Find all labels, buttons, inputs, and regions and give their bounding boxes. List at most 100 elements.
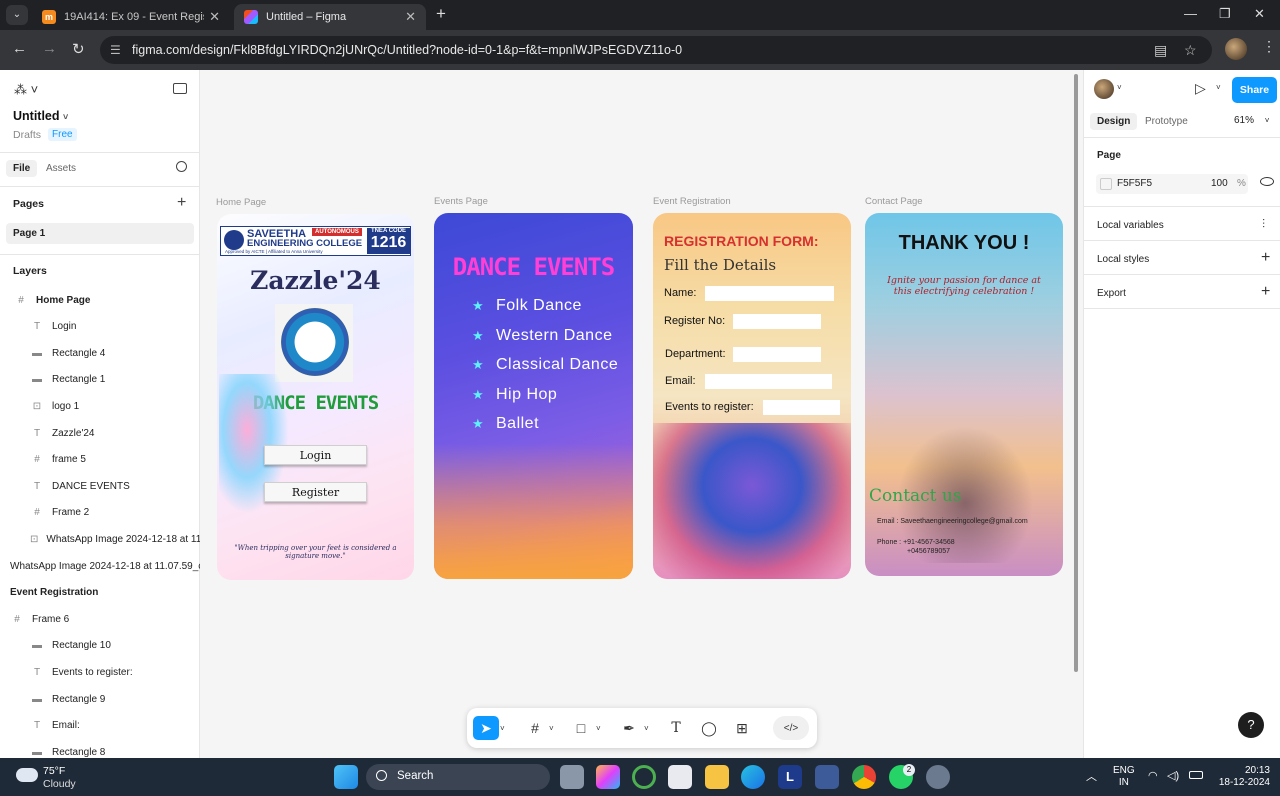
restore-icon[interactable]: ❐ xyxy=(1219,6,1231,22)
search-icon[interactable] xyxy=(176,161,187,172)
form-input-box[interactable] xyxy=(763,400,840,415)
layer-item[interactable]: T DANCE EVENTS xyxy=(0,473,200,499)
export-label[interactable]: Export xyxy=(1097,288,1126,299)
reload-icon[interactable]: ↻ xyxy=(72,40,85,58)
show-hidden-icons[interactable]: ︿ xyxy=(1086,768,1097,784)
volume-icon[interactable]: ◁) xyxy=(1167,769,1179,782)
zoom-level[interactable]: 61% ˅ xyxy=(1234,115,1269,126)
battery-icon[interactable] xyxy=(1189,771,1203,779)
text-tool-icon[interactable]: T xyxy=(666,716,686,740)
start-icon[interactable] xyxy=(334,765,358,789)
home-page-frame[interactable]: SAVEETHA AUTONOMOUS ENGINEERING COLLEGE … xyxy=(217,214,414,580)
tab-event-registration[interactable]: m 19AI414: Ex 09 - Event Registrat ✕ xyxy=(32,4,230,30)
frame-label-registration[interactable]: Event Registration xyxy=(653,196,731,207)
form-input-box[interactable] xyxy=(705,286,834,301)
edge-icon[interactable] xyxy=(741,765,765,789)
clipboard-icon[interactable]: ▤ xyxy=(1154,36,1167,64)
rectangle-tool-icon[interactable]: □ xyxy=(571,716,591,740)
url-bar[interactable]: ☰ figma.com/design/Fkl8BfdgLYIRDQn2jUNrQ… xyxy=(100,36,1212,64)
help-button[interactable]: ? xyxy=(1238,712,1264,738)
forward-icon[interactable]: → xyxy=(42,40,57,57)
close-window-icon[interactable]: ✕ xyxy=(1254,6,1265,22)
layer-item[interactable]: ▬ Rectangle 9 xyxy=(0,686,200,712)
back-icon[interactable]: ← xyxy=(12,40,27,57)
pen-tool-icon[interactable]: ✒ xyxy=(619,716,639,740)
language-indicator[interactable]: ENG IN xyxy=(1113,765,1135,789)
weather-icon[interactable] xyxy=(16,768,38,782)
move-tool-icon[interactable]: ➤ xyxy=(473,716,499,740)
canvas[interactable]: Home Page Events Page Event Registration… xyxy=(200,70,1083,758)
move-tool-dropdown-icon[interactable]: ˅ xyxy=(500,716,505,740)
layer-item[interactable]: ▬ Rectangle 1 xyxy=(0,367,200,393)
layer-item[interactable]: T Zazzle'24 xyxy=(0,420,200,446)
task-view-icon[interactable] xyxy=(560,765,584,789)
browser-menu-icon[interactable]: ⋮ xyxy=(1262,38,1276,55)
actions-tool-icon[interactable]: ⊞ xyxy=(732,716,752,740)
tab-figma[interactable]: Untitled – Figma ✕ xyxy=(234,4,426,30)
bookmark-star-icon[interactable]: ☆ xyxy=(1184,36,1197,64)
canvas-scrollbar[interactable] xyxy=(1074,74,1078,672)
clock[interactable]: 20:13 18-12-2024 xyxy=(1214,765,1270,789)
layer-item[interactable]: ▬ Rectangle 10 xyxy=(0,633,200,659)
site-info-icon[interactable]: ☰ xyxy=(110,36,121,64)
layer-item[interactable]: ⊡ WhatsApp Image 2024-12-18 at 11 xyxy=(0,526,200,552)
visibility-eye-icon[interactable] xyxy=(1260,177,1274,186)
copilot-icon[interactable] xyxy=(596,765,620,789)
layer-item[interactable]: Event Registration xyxy=(0,580,200,606)
plan-badge[interactable]: Free xyxy=(48,128,77,141)
dev-mode-icon[interactable]: </> xyxy=(773,716,809,740)
layer-item[interactable]: ▬ Rectangle 4 xyxy=(0,340,200,366)
wifi-icon[interactable]: ◠ xyxy=(1148,769,1158,782)
page-color-field[interactable]: F5F5F5 100 % xyxy=(1096,174,1248,194)
file-explorer-icon[interactable] xyxy=(705,765,729,789)
add-export-icon[interactable]: + xyxy=(1261,283,1270,301)
frame-label-events[interactable]: Events Page xyxy=(434,196,488,207)
login-button[interactable]: Login xyxy=(264,445,367,465)
local-variables-label[interactable]: Local variables xyxy=(1097,220,1164,231)
form-input-box[interactable] xyxy=(705,374,832,389)
store-icon[interactable] xyxy=(668,765,692,789)
local-styles-label[interactable]: Local styles xyxy=(1097,254,1149,265)
taskbar-search[interactable]: Search xyxy=(366,764,550,790)
color-swatch[interactable] xyxy=(1100,178,1112,190)
layer-item[interactable]: WhatsApp Image 2024-12-18 at 11.07.59_c7 xyxy=(0,553,200,579)
layer-item[interactable]: T Events to register: xyxy=(0,659,200,685)
layer-item[interactable]: T Login xyxy=(0,314,200,340)
close-icon[interactable]: ✕ xyxy=(405,9,416,25)
form-input-box[interactable] xyxy=(733,314,821,329)
l-app-icon[interactable]: L xyxy=(778,765,802,789)
pen-tool-dropdown-icon[interactable]: ˅ xyxy=(644,716,649,740)
new-tab-button[interactable]: + xyxy=(436,4,446,24)
minimize-icon[interactable]: — xyxy=(1184,6,1197,21)
registration-page-frame[interactable]: REGISTRATION FORM: Fill the Details Name… xyxy=(653,213,851,579)
contact-page-frame[interactable]: THANK YOU ! Ignite your passion for danc… xyxy=(865,213,1063,576)
local-variables-icon[interactable]: ⫶ xyxy=(1262,217,1265,232)
chrome-icon[interactable] xyxy=(852,765,876,789)
comment-tool-icon[interactable]: ◯ xyxy=(699,716,719,740)
file-name[interactable]: Untitled ˅ xyxy=(13,109,68,123)
register-button[interactable]: Register xyxy=(264,482,367,502)
weather-desc[interactable]: Cloudy xyxy=(43,778,76,790)
frame-label-contact[interactable]: Contact Page xyxy=(865,196,923,207)
toggle-sidebar-icon[interactable] xyxy=(173,83,187,94)
add-page-icon[interactable]: + xyxy=(177,194,186,212)
frame-tool-dropdown-icon[interactable]: ˅ xyxy=(549,716,554,740)
present-dropdown-icon[interactable]: ˅ xyxy=(1216,83,1221,92)
layer-item[interactable]: # Frame 6 xyxy=(0,606,200,632)
weather-temp[interactable]: 75°F xyxy=(43,765,65,777)
form-input-box[interactable] xyxy=(733,347,821,362)
profile-avatar[interactable] xyxy=(1225,38,1247,60)
layer-item[interactable]: # Home Page xyxy=(0,287,200,313)
layer-item[interactable]: ⊡ logo 1 xyxy=(0,393,200,419)
spotify-like-icon[interactable] xyxy=(632,765,656,789)
page-item-page-1[interactable]: Page 1 xyxy=(6,223,194,244)
tab-assets[interactable]: Assets xyxy=(46,163,76,174)
frame-tool-icon[interactable]: # xyxy=(525,716,545,740)
layer-item[interactable]: T Email: xyxy=(0,713,200,739)
figma-menu-icon[interactable]: ⁂ ˅ xyxy=(14,82,38,98)
settings-icon[interactable] xyxy=(926,765,950,789)
user-avatar[interactable] xyxy=(1094,79,1114,99)
events-page-frame[interactable]: DANCE EVENTS ★ Folk Dance ★ Western Dance ★ C… xyxy=(434,213,633,579)
vpn-app-icon[interactable] xyxy=(815,765,839,789)
add-style-icon[interactable]: + xyxy=(1261,249,1270,267)
